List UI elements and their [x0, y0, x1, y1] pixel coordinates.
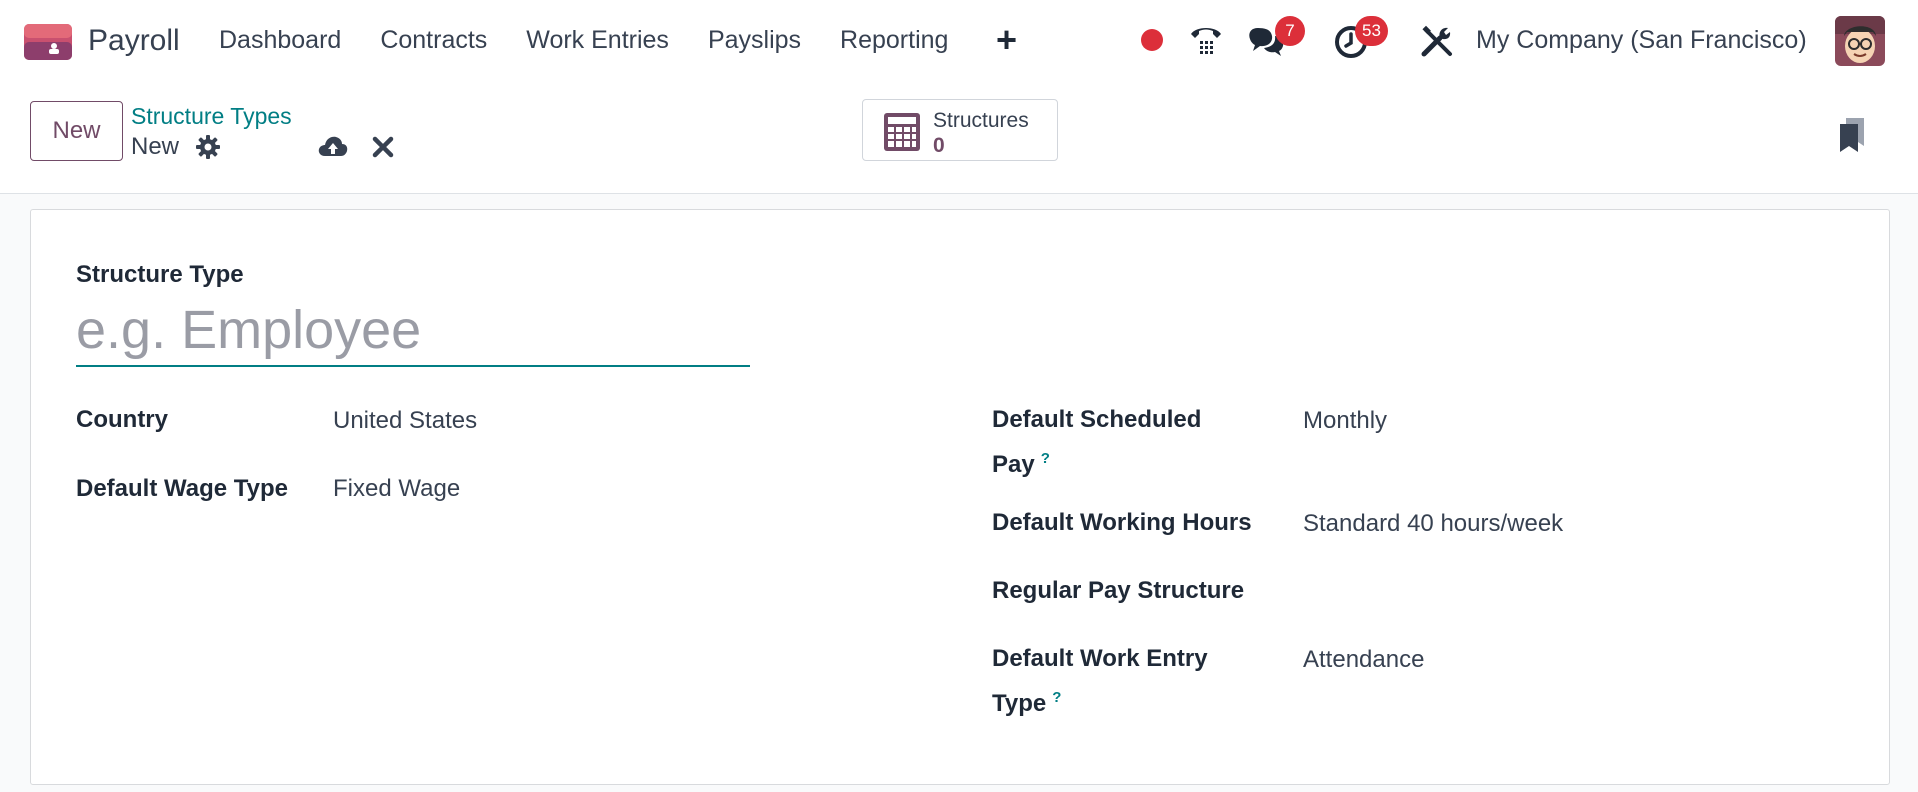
debug-tools-icon[interactable]	[1420, 24, 1454, 58]
smart-button-count: 0	[933, 134, 945, 157]
menu-dashboard[interactable]: Dashboard	[219, 26, 341, 55]
regular-pay-structure-field[interactable]	[1303, 571, 1803, 610]
help-tooltip-icon[interactable]: ?	[1052, 689, 1061, 706]
app-name[interactable]: Payroll	[88, 24, 180, 58]
default-work-entry-type-label-line2: Type	[992, 690, 1047, 717]
structure-type-label: Structure Type	[76, 261, 244, 288]
user-avatar-icon	[1835, 16, 1885, 66]
payroll-app-icon[interactable]	[24, 24, 72, 60]
menu-plus-icon[interactable]: +	[996, 22, 1017, 58]
breadcrumb-current: New	[131, 133, 180, 160]
country-field[interactable]: United States	[333, 401, 477, 440]
gear-icon[interactable]	[196, 135, 220, 159]
default-working-hours-label: Default Working Hours	[992, 509, 1252, 536]
cloud-upload-icon[interactable]	[318, 134, 348, 160]
form-sheet: Structure Type Country United States Def…	[30, 209, 1890, 785]
discard-close-icon[interactable]	[372, 136, 394, 158]
default-wage-type-label: Default Wage Type	[76, 475, 289, 502]
menu-payslips[interactable]: Payslips	[708, 26, 801, 55]
menu-contracts[interactable]: Contracts	[380, 26, 487, 55]
default-scheduled-pay-field[interactable]: Monthly	[1303, 401, 1387, 440]
regular-pay-structure-label: Regular Pay Structure	[992, 577, 1245, 604]
menu-work-entries[interactable]: Work Entries	[526, 26, 669, 55]
default-work-entry-type-field[interactable]: Attendance	[1303, 640, 1424, 679]
bookmark-icon[interactable]	[1838, 116, 1866, 154]
help-tooltip-icon[interactable]: ?	[1041, 450, 1050, 467]
country-label: Country	[76, 406, 168, 433]
record-indicator-icon[interactable]	[1141, 29, 1163, 51]
structures-smart-button[interactable]: Structures 0	[862, 99, 1058, 161]
activity-count-badge: 53	[1355, 16, 1388, 46]
top-navbar: Payroll Dashboard Contracts Work Entries…	[0, 0, 1918, 84]
breadcrumb-structure-types[interactable]: Structure Types	[131, 103, 292, 130]
new-button[interactable]: New	[30, 101, 123, 161]
main-menu: Dashboard Contracts Work Entries Payslip…	[219, 26, 987, 55]
phone-icon[interactable]	[1188, 22, 1224, 58]
default-work-entry-type-label: Default Work Entry Type?	[992, 639, 1208, 723]
user-avatar[interactable]	[1835, 16, 1885, 66]
default-scheduled-pay-label-line1: Default Scheduled	[992, 406, 1202, 433]
control-panel: New Structure Types New Structures 0	[0, 84, 1918, 194]
chat-count-badge: 7	[1275, 16, 1305, 46]
menu-reporting[interactable]: Reporting	[840, 26, 948, 55]
default-scheduled-pay-label-line2: Pay	[992, 451, 1035, 478]
structure-type-name-input[interactable]	[76, 295, 750, 367]
company-switcher[interactable]: My Company (San Francisco)	[1476, 26, 1807, 55]
default-scheduled-pay-label: Default Scheduled Pay?	[992, 400, 1201, 484]
default-wage-type-field[interactable]: Fixed Wage	[333, 469, 460, 508]
smart-button-label: Structures	[933, 109, 1029, 132]
default-working-hours-field[interactable]: Standard 40 hours/week	[1303, 504, 1563, 543]
calculator-icon	[884, 113, 920, 151]
default-work-entry-type-label-line1: Default Work Entry	[992, 645, 1208, 672]
